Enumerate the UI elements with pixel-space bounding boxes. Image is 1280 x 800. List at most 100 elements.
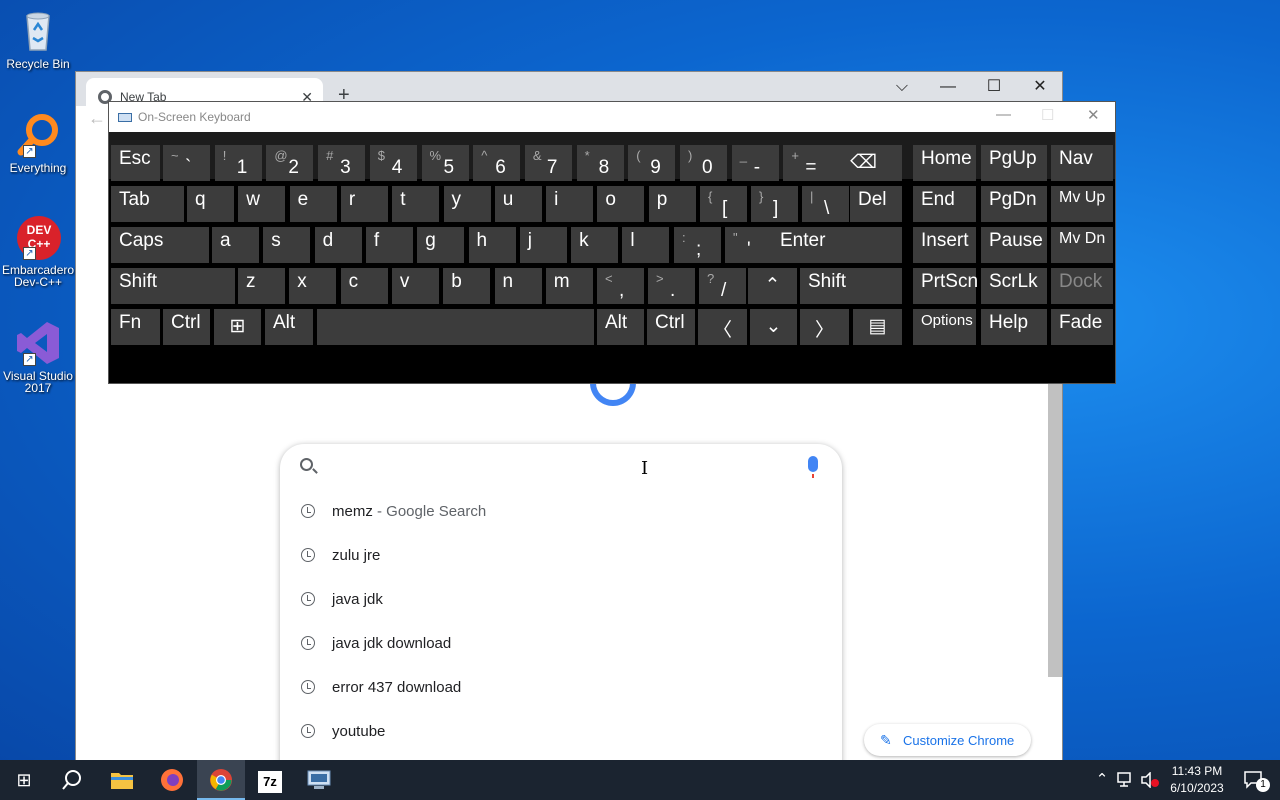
key-1[interactable]: ! 1 xyxy=(214,145,262,181)
taskbar-clock[interactable]: 11:43 PM 6/10/2023 xyxy=(1162,763,1232,797)
suggestion-item[interactable]: java jdk xyxy=(280,577,842,621)
key-b[interactable]: b xyxy=(443,268,491,304)
key-w[interactable]: w xyxy=(238,186,286,222)
key-bracket-0[interactable]: {[ xyxy=(700,186,747,222)
suggestion-item[interactable]: zulu jre xyxy=(280,533,842,577)
key-`[interactable]: ~ ` xyxy=(163,145,210,181)
key-punct-2[interactable]: <, xyxy=(597,268,644,304)
minimize-button[interactable]: — xyxy=(925,72,971,102)
desktop-icon-visual-studio[interactable]: ↗ Visual Studio 2017 xyxy=(2,320,74,394)
osk-close-button[interactable]: ✕ xyxy=(1087,106,1100,124)
key-scrlk[interactable]: ScrLk xyxy=(981,268,1047,304)
desktop-icon-everything[interactable]: ↗ Everything xyxy=(2,112,74,174)
key-5[interactable]: % 5 xyxy=(421,145,469,181)
key-c[interactable]: c xyxy=(340,268,388,304)
key-pause[interactable]: Pause xyxy=(981,227,1047,263)
key--[interactable]: _ - xyxy=(731,145,779,181)
key-help[interactable]: Help xyxy=(981,309,1047,345)
key-shift-left[interactable]: Shift xyxy=(111,268,235,304)
key-4[interactable]: $4 xyxy=(369,145,417,181)
key-bracket-2[interactable]: | \ xyxy=(802,186,849,222)
osk-minimize-button[interactable]: — xyxy=(996,106,1011,123)
key-2[interactable]: @2 xyxy=(266,145,314,181)
key-f[interactable]: f xyxy=(365,227,413,263)
key-mv-dn[interactable]: Mv Dn xyxy=(1051,227,1113,263)
key-e[interactable]: e xyxy=(289,186,337,222)
suggestion-item[interactable]: memz - Google Search xyxy=(280,489,842,533)
key-v[interactable]: v xyxy=(391,268,439,304)
key-g[interactable]: g xyxy=(417,227,465,263)
key-arrow-right[interactable]: 〉 xyxy=(800,309,849,345)
tray-network-icon[interactable] xyxy=(1114,760,1138,800)
action-center-button[interactable]: 1 xyxy=(1234,760,1274,800)
key-enter[interactable]: Enter xyxy=(772,227,902,263)
key-h[interactable]: h xyxy=(468,227,516,263)
taskbar-on-screen-keyboard[interactable] xyxy=(295,760,343,800)
back-arrow-icon[interactable]: ← xyxy=(88,108,106,129)
start-button[interactable]: ⊞ xyxy=(0,760,48,800)
key-punct-1[interactable]: " ' xyxy=(725,227,772,263)
close-button[interactable]: ✕ xyxy=(1017,72,1063,102)
key-del[interactable]: Del xyxy=(850,186,902,222)
key-fade[interactable]: Fade xyxy=(1051,309,1113,345)
key-t[interactable]: t xyxy=(392,186,440,222)
search-button[interactable] xyxy=(48,760,96,800)
key-punct-3[interactable]: >. xyxy=(648,268,695,304)
maximize-button[interactable]: ☐ xyxy=(971,72,1017,102)
key-fn[interactable]: Fn xyxy=(111,309,160,345)
desktop-icon-devcpp[interactable]: DEV C++ ↗ Embarcadero Dev-C++ xyxy=(2,214,74,288)
customize-chrome-button[interactable]: ✎ Customize Chrome xyxy=(864,724,1031,756)
key-p[interactable]: p xyxy=(648,186,696,222)
microphone-icon[interactable] xyxy=(808,456,818,478)
key-r[interactable]: r xyxy=(340,186,388,222)
page-scrollbar[interactable] xyxy=(1048,372,1062,677)
key-u[interactable]: u xyxy=(494,186,542,222)
key-pgdn[interactable]: PgDn xyxy=(981,186,1047,222)
key-7[interactable]: & 7 xyxy=(524,145,572,181)
key-arrow-up[interactable]: ⌃ xyxy=(748,268,797,304)
key-shift-right[interactable]: Shift xyxy=(800,268,902,304)
tab-search-dropdown-icon[interactable]: ⌵ xyxy=(879,72,925,102)
key-8[interactable]: * 8 xyxy=(576,145,624,181)
key-d[interactable]: d xyxy=(314,227,362,263)
key-prtscn[interactable]: PrtScn xyxy=(913,268,978,304)
key-end[interactable]: End xyxy=(913,186,976,222)
key-j[interactable]: j xyxy=(519,227,567,263)
key-windows[interactable]: ⊞ xyxy=(214,309,261,345)
key-x[interactable]: x xyxy=(289,268,337,304)
key-tab[interactable]: Tab xyxy=(111,186,184,222)
taskbar-chrome[interactable] xyxy=(197,760,245,800)
tray-volume-muted-icon[interactable] xyxy=(1138,760,1162,800)
key-backspace[interactable]: ⌫ xyxy=(825,145,902,181)
key-0[interactable]: ) 0 xyxy=(680,145,727,181)
key-alt-right[interactable]: Alt xyxy=(597,309,644,345)
suggestion-item[interactable]: youtube xyxy=(280,709,842,753)
desktop-icon-recycle-bin[interactable]: Recycle Bin xyxy=(2,8,74,70)
tray-show-hidden-icon[interactable]: ⌃ xyxy=(1090,760,1114,800)
key-arrow-left[interactable]: 〈 xyxy=(698,309,747,345)
key-k[interactable]: k xyxy=(571,227,619,263)
key-home[interactable]: Home xyxy=(913,145,976,181)
key-s[interactable]: s xyxy=(263,227,311,263)
key-punct-0[interactable]: :; xyxy=(674,227,721,263)
key-z[interactable]: z xyxy=(238,268,285,304)
key-punct-4[interactable]: ? / xyxy=(699,268,746,304)
key-context-menu[interactable]: ▤ xyxy=(853,309,902,345)
key-insert[interactable]: Insert xyxy=(913,227,976,263)
key-i[interactable]: i xyxy=(546,186,594,222)
key-=[interactable]: + = xyxy=(783,145,831,181)
key-9[interactable]: (9 xyxy=(628,145,676,181)
key-n[interactable]: n xyxy=(494,268,542,304)
suggestion-item[interactable]: error 437 download xyxy=(280,665,842,709)
key-mv-up[interactable]: Mv Up xyxy=(1051,186,1113,222)
key-arrow-down[interactable]: ⌄ xyxy=(750,309,797,345)
key-alt-left[interactable]: Alt xyxy=(265,309,313,345)
key-ctrl-left[interactable]: Ctrl xyxy=(163,309,210,345)
key-y[interactable]: y xyxy=(443,186,491,222)
key-options[interactable]: Options xyxy=(913,309,976,345)
key-bracket-1[interactable]: }] xyxy=(751,186,798,222)
key-caps[interactable]: Caps xyxy=(111,227,209,263)
key-6[interactable]: ^ 6 xyxy=(473,145,521,181)
search-suggestions-dropdown[interactable]: memz - Google Search zulu jre java jdk j… xyxy=(280,444,842,774)
key-space[interactable] xyxy=(317,309,594,345)
